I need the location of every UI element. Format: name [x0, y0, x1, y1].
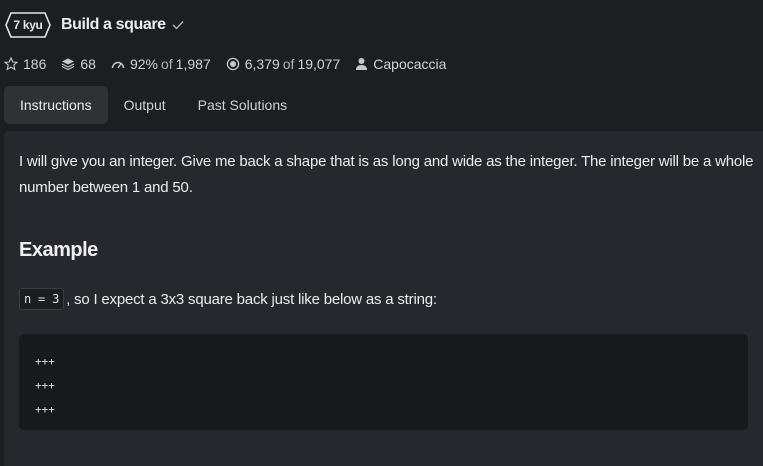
- tab-output[interactable]: Output: [108, 86, 182, 124]
- checkmark-icon: [172, 20, 184, 30]
- satisfaction-stat: 92% of 1,987: [111, 56, 211, 72]
- collections-stat[interactable]: 68: [61, 56, 96, 72]
- completed-of: of: [282, 56, 295, 72]
- kata-title[interactable]: Build a square: [61, 16, 166, 34]
- completed-count: 6,379: [244, 56, 280, 72]
- attempted-count: 19,077: [297, 56, 341, 72]
- code-block: +++ +++ +++: [19, 334, 748, 430]
- satisfaction-votes: 1,987: [175, 56, 211, 72]
- tab-bar: Instructions Output Past Solutions: [4, 86, 303, 124]
- layers-icon: [62, 58, 75, 71]
- satisfaction-of: of: [160, 56, 173, 72]
- code-line: +++: [35, 403, 55, 416]
- author-stat[interactable]: Capocaccia: [355, 56, 446, 72]
- example-sentence: n = 3 , so I expect a 3x3 square back ju…: [19, 287, 437, 311]
- tab-past-solutions[interactable]: Past Solutions: [182, 86, 304, 124]
- instructions-panel: I will give you an integer. Give me back…: [4, 131, 763, 466]
- rank-label: 7 kyu: [13, 18, 43, 32]
- tab-instructions[interactable]: Instructions: [4, 86, 108, 124]
- example-heading: Example: [19, 239, 98, 261]
- user-icon: [356, 58, 368, 70]
- example-text: , so I expect a 3x3 square back just lik…: [66, 290, 437, 308]
- kata-header: 7 kyu Build a square: [5, 12, 184, 38]
- completed-stat: 6,379 of 19,077: [226, 56, 341, 72]
- collections-count: 68: [80, 56, 96, 72]
- stars-stat[interactable]: 186: [4, 56, 46, 72]
- satisfaction-percent: 92%: [129, 56, 158, 72]
- stars-count: 186: [23, 56, 47, 72]
- kata-stats: 186 68 92% of 1,987 6,379 of 19,077 Capo…: [4, 54, 461, 74]
- author-name: Capocaccia: [373, 56, 447, 72]
- target-icon: [226, 57, 239, 71]
- rank-badge: 7 kyu: [5, 12, 51, 38]
- inline-code: n = 3: [19, 288, 65, 310]
- description-text: I will give you an integer. Give me back…: [19, 153, 754, 196]
- code-line: +++: [35, 379, 55, 392]
- star-icon: [4, 57, 18, 71]
- gauge-icon: [111, 61, 125, 69]
- code-line: +++: [35, 355, 55, 368]
